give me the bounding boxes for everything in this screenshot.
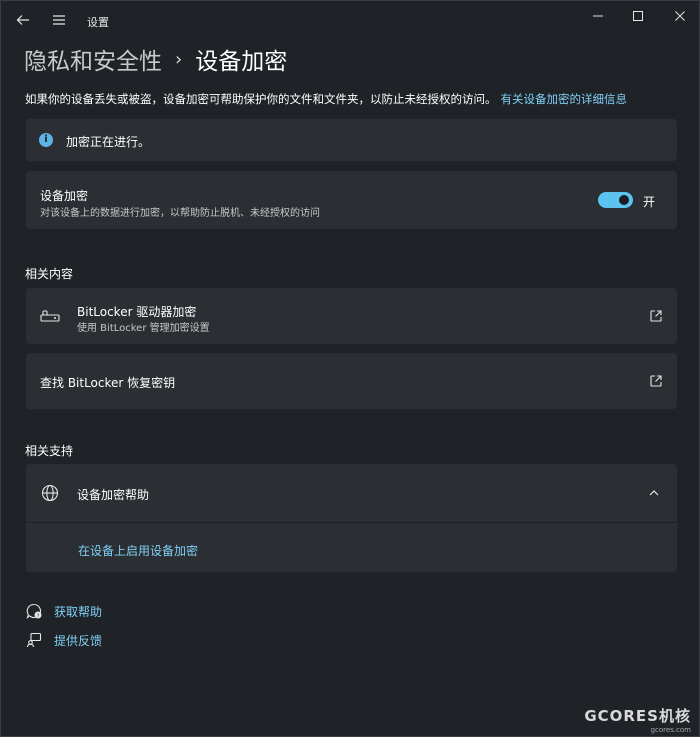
device-encryption-toggle[interactable] (598, 192, 633, 208)
support-header[interactable]: 设备加密帮助 (26, 464, 677, 523)
bitlocker-title: BitLocker 驱动器加密 (77, 305, 197, 319)
help-chat-icon: ? (25, 602, 43, 620)
support-title: 设备加密帮助 (77, 488, 150, 502)
related-support-heading: 相关支持 (25, 444, 74, 458)
description-text: 如果你的设备丢失或被盗，设备加密可帮助保护你的文件和文件夹，以防止未经授权的访问… (25, 92, 497, 106)
info-icon: i (39, 133, 53, 147)
breadcrumb-separator: › (175, 48, 183, 70)
breadcrumb: 隐私和安全性 › 设备加密 (24, 42, 288, 76)
support-card: 设备加密帮助 在设备上启用设备加密 (26, 464, 677, 572)
close-button[interactable] (657, 1, 700, 31)
device-encryption-card: 设备加密 对该设备上的数据进行加密，以帮助防止脱机、未经授权的访问 开 (26, 171, 677, 229)
minimize-icon (593, 15, 603, 17)
device-encryption-title: 设备加密 (40, 189, 89, 203)
app-title: 设置 (87, 16, 109, 29)
toggle-state-label: 开 (643, 195, 656, 209)
back-button[interactable] (13, 9, 33, 31)
get-help-link[interactable]: ? 获取帮助 (25, 602, 102, 620)
maximize-button[interactable] (615, 1, 661, 31)
svg-text:?: ? (37, 613, 40, 619)
feedback-icon (25, 631, 43, 649)
globe-icon (41, 484, 59, 502)
get-help-text: 获取帮助 (54, 604, 103, 619)
enable-encryption-link[interactable]: 在设备上启用设备加密 (78, 542, 198, 559)
title-bar: 设置 (1, 1, 699, 37)
page-title: 设备加密 (195, 49, 288, 75)
related-content-heading: 相关内容 (25, 267, 74, 281)
recovery-key-card[interactable]: 查找 BitLocker 恢复密钥 (26, 353, 677, 409)
toggle-knob (619, 195, 629, 205)
bitlocker-card[interactable]: BitLocker 驱动器加密 使用 BitLocker 管理加密设置 (26, 288, 677, 344)
back-arrow-icon (16, 15, 29, 25)
chevron-up-icon (649, 490, 659, 496)
learn-more-link[interactable]: 有关设备加密的详细信息 (501, 92, 628, 106)
page-description: 如果你的设备丢失或被盗，设备加密可帮助保护你的文件和文件夹，以防止未经授权的访问… (25, 91, 627, 107)
external-link-icon (650, 310, 662, 322)
device-encryption-subtitle: 对该设备上的数据进行加密，以帮助防止脱机、未经授权的访问 (40, 208, 320, 219)
bitlocker-subtitle: 使用 BitLocker 管理加密设置 (77, 323, 210, 334)
info-banner-text: 加密正在进行。 (66, 135, 151, 149)
hamburger-icon (53, 15, 65, 25)
close-icon (675, 11, 685, 21)
menu-button[interactable] (49, 9, 69, 31)
recovery-key-title: 查找 BitLocker 恢复密钥 (40, 376, 176, 390)
feedback-text: 提供反馈 (54, 633, 103, 648)
feedback-link[interactable]: 提供反馈 (25, 631, 102, 649)
drive-lock-icon (40, 310, 60, 322)
breadcrumb-parent[interactable]: 隐私和安全性 (24, 42, 162, 76)
watermark-brand: GCORES机核 (584, 707, 691, 725)
watermark-domain: gcores.com (650, 726, 691, 734)
external-link-icon (650, 375, 662, 387)
watermark: GCORES机核 gcores.com (584, 705, 691, 734)
settings-window: 设置 隐私和安全性 › 设备加密 如果你的设备丢失或被盗，设备加密可帮助保护你的… (0, 0, 700, 737)
info-banner: i 加密正在进行。 (26, 119, 677, 161)
maximize-icon (633, 11, 643, 21)
